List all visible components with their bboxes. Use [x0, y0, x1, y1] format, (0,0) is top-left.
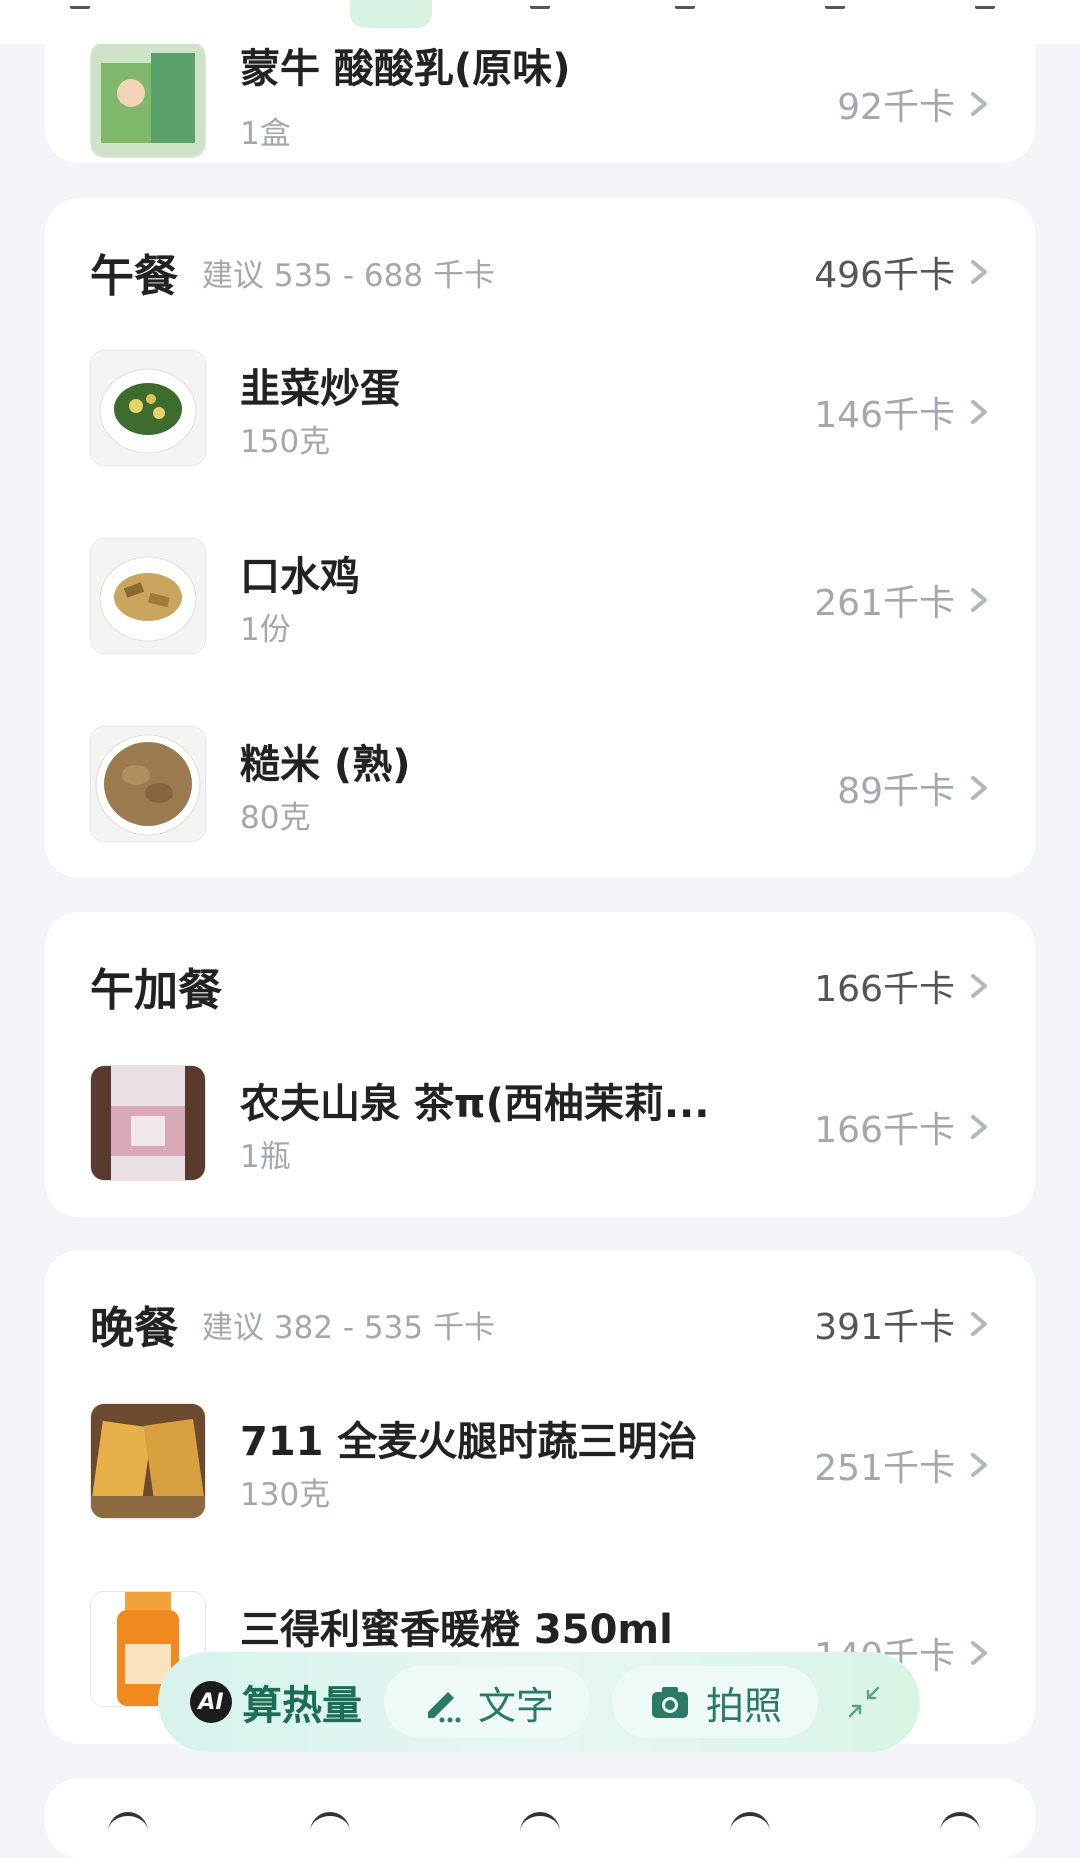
- chevron-right-icon: [963, 968, 995, 1004]
- text-input-button[interactable]: 文字: [384, 1666, 590, 1738]
- food-quantity: 1盒: [240, 116, 291, 152]
- meal-header[interactable]: 午加餐 166千卡: [90, 956, 995, 1016]
- food-item[interactable]: 蒙牛 酸酸乳(原味) 1盒 92千卡: [90, 42, 995, 158]
- food-item[interactable]: 韭菜炒蛋 150克 146千卡: [90, 350, 995, 466]
- meal-suggestion: 建议 382 - 535 千卡: [202, 1309, 495, 1346]
- quick-add-bar: AI 算热量 文字 拍照: [158, 1652, 920, 1752]
- food-name: 三得利蜜香暖橙 350ml: [240, 1607, 673, 1653]
- tab-icon[interactable]: [70, 0, 90, 9]
- chevron-right-icon: [963, 86, 995, 122]
- food-quantity: 130克: [240, 1477, 331, 1513]
- food-calories-value: 166千卡: [814, 1110, 955, 1151]
- food-calories: 92千卡: [837, 78, 995, 130]
- food-calories-value: 92千卡: [837, 87, 955, 128]
- meal-total-value: 391千卡: [814, 1307, 955, 1348]
- top-tab-bar: [0, 0, 1080, 44]
- food-image-brown-rice: [90, 726, 206, 842]
- chevron-right-icon: [963, 1447, 995, 1483]
- tab-icon[interactable]: [530, 0, 550, 9]
- chevron-right-icon: [963, 770, 995, 806]
- food-calories-value: 261千卡: [814, 583, 955, 624]
- ai-calorie-button[interactable]: AI 算热量: [190, 1673, 362, 1731]
- food-name: 韭菜炒蛋: [240, 366, 400, 412]
- meal-total-calories: 496千卡: [814, 246, 995, 298]
- food-name: 口水鸡: [240, 554, 360, 600]
- meal-total-value: 496千卡: [814, 255, 955, 296]
- food-image-tea-bottle: [90, 1065, 206, 1181]
- food-quantity: 1份: [240, 612, 291, 648]
- ai-badge-icon: AI: [190, 1681, 232, 1723]
- food-calories: 166千卡: [814, 1101, 995, 1153]
- food-calories-value: 89千卡: [837, 771, 955, 812]
- chevron-right-icon: [963, 1109, 995, 1145]
- meal-card-lunch: 午餐 建议 535 - 688 千卡 496千卡 韭菜炒蛋 150克 146千卡…: [45, 198, 1035, 878]
- food-quantity: 150克: [240, 424, 331, 460]
- meal-card-afternoon-snack: 午加餐 166千卡 农夫山泉 茶π(西柚茉莉... 1瓶 166千卡: [45, 912, 1035, 1217]
- photo-button[interactable]: 拍照: [612, 1666, 818, 1738]
- food-calories-value: 146千卡: [814, 395, 955, 436]
- food-image-yogurt-drink: [90, 42, 206, 158]
- meal-total-calories: 391千卡: [814, 1298, 995, 1350]
- meal-header[interactable]: 晚餐 建议 382 - 535 千卡 391千卡: [90, 1294, 995, 1354]
- photo-label: 拍照: [705, 1683, 782, 1728]
- food-image-saliva-chicken: [90, 538, 206, 654]
- food-calories-value: 251千卡: [814, 1448, 955, 1489]
- collapse-icon[interactable]: [844, 1682, 884, 1722]
- meal-header[interactable]: 午餐 建议 535 - 688 千卡 496千卡: [90, 242, 995, 302]
- food-item[interactable]: 711 全麦火腿时蔬三明治 130克 251千卡: [90, 1403, 995, 1519]
- meal-total-calories: 166千卡: [814, 960, 995, 1012]
- food-name: 糙米 (熟): [240, 742, 411, 788]
- chevron-right-icon: [963, 582, 995, 618]
- chevron-right-icon: [963, 394, 995, 430]
- meal-title: 午加餐: [90, 965, 222, 1016]
- food-calories: 146千卡: [814, 386, 995, 438]
- meal-title: 午餐: [90, 251, 178, 302]
- food-quantity: 1瓶: [240, 1139, 291, 1175]
- tab-icon[interactable]: [825, 0, 845, 9]
- food-image-sandwich: [90, 1403, 206, 1519]
- food-calories: 261千卡: [814, 574, 995, 626]
- food-name: 711 全麦火腿时蔬三明治: [240, 1419, 698, 1465]
- food-quantity: 80克: [240, 800, 311, 836]
- chevron-right-icon: [963, 1635, 995, 1671]
- food-name: 蒙牛 酸酸乳(原味): [240, 46, 571, 92]
- tab-selected-indicator[interactable]: [350, 0, 432, 28]
- food-name: 农夫山泉 茶π(西柚茉莉...: [240, 1081, 710, 1127]
- food-item[interactable]: 口水鸡 1份 261千卡: [90, 538, 995, 654]
- meal-total-value: 166千卡: [814, 969, 955, 1010]
- pencil-icon: [427, 1692, 461, 1723]
- tab-icon[interactable]: [675, 0, 695, 9]
- food-item[interactable]: 糙米 (熟) 80克 89千卡: [90, 726, 995, 842]
- tab-icon[interactable]: [975, 0, 995, 9]
- ai-calorie-label: 算热量: [242, 1683, 362, 1729]
- food-item[interactable]: 农夫山泉 茶π(西柚茉莉... 1瓶 166千卡: [90, 1065, 995, 1181]
- chevron-right-icon: [963, 1306, 995, 1342]
- chevron-right-icon: [963, 254, 995, 290]
- food-calories: 251千卡: [814, 1439, 995, 1491]
- meal-title: 晚餐: [90, 1303, 178, 1354]
- meal-suggestion: 建议 535 - 688 千卡: [202, 257, 495, 294]
- text-input-label: 文字: [477, 1683, 554, 1728]
- food-calories: 89千卡: [837, 762, 995, 814]
- food-image-chive-egg: [90, 350, 206, 466]
- camera-icon: [651, 1687, 688, 1718]
